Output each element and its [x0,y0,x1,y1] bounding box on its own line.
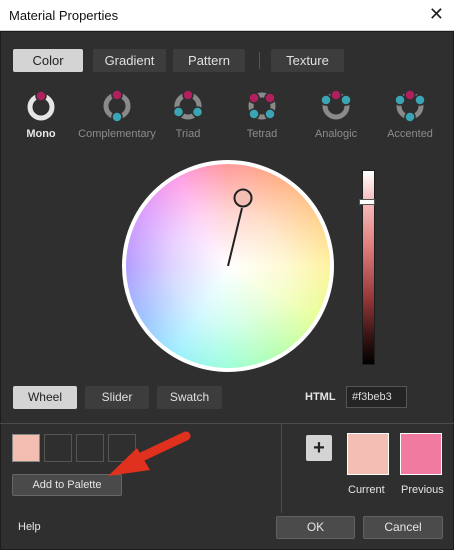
harmony-label: Accented [387,128,433,140]
palette-swatch[interactable] [44,434,72,462]
complementary-icon [103,89,131,122]
current-color-swatch [347,433,389,475]
add-color-button[interactable]: + [306,435,332,461]
palette-swatch[interactable] [108,434,136,462]
title-bar: Material Properties ✕ [0,0,454,31]
section-divider [0,423,454,424]
previous-label: Previous [401,484,444,496]
view-swatch-button[interactable]: Swatch [157,386,222,409]
color-wheel[interactable] [122,160,334,372]
window-title: Material Properties [9,8,119,23]
wheel-selector[interactable] [122,160,334,372]
mono-icon [27,90,55,121]
brightness-slider-handle[interactable] [359,199,375,205]
analogic-icon [320,89,352,120]
palette-swatch[interactable] [12,434,40,462]
section-divider-vertical [281,423,282,513]
add-to-palette-button[interactable]: Add to Palette [12,474,122,496]
view-wheel-button[interactable]: Wheel [13,386,77,409]
help-link[interactable]: Help [18,521,41,533]
ok-button[interactable]: OK [276,516,355,539]
tab-texture[interactable]: Texture [271,49,344,72]
tetrad-icon [248,92,276,120]
current-label: Current [348,484,385,496]
close-icon[interactable]: ✕ [429,4,444,24]
tab-separator [259,52,260,69]
tab-color[interactable]: Color [13,49,83,72]
palette-swatch[interactable] [76,434,104,462]
html-label: HTML [305,391,336,403]
previous-color-swatch[interactable] [400,433,442,475]
harmony-accented[interactable]: Accented [365,88,454,140]
html-color-input[interactable] [346,386,407,408]
view-slider-button[interactable]: Slider [85,386,149,409]
accented-icon [394,89,426,122]
cancel-button[interactable]: Cancel [363,516,443,539]
tab-pattern[interactable]: Pattern [173,49,245,72]
tab-gradient[interactable]: Gradient [93,49,166,72]
triad-icon [172,89,204,120]
